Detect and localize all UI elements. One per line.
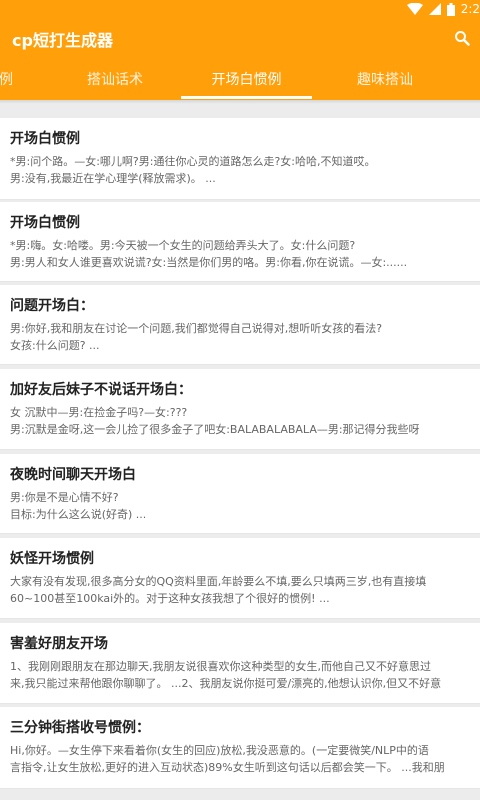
list-item-preview: 男:你好,我和朋友在讨论一个问题,我们都觉得自己说得对,想听听女孩的看法? 女孩:…: [10, 322, 383, 352]
list-item-title: 加好友后妹子不说话开场白：: [10, 382, 192, 398]
search-icon: [454, 30, 470, 50]
list-item-title: 开场白惯例: [10, 131, 80, 147]
tab-partial-left[interactable]: 例: [0, 62, 16, 100]
list-item-title: 问题开场白：: [10, 298, 94, 314]
list-item-preview: *男:嗨。女:哈喽。男:今天被一个女生的问题给弄头大了。女:什么问题? 男:男人和…: [10, 239, 408, 269]
list-item-preview: 女 沉默中—男:在捡金子吗?—女:??? 男:沉默是金呀,这一会儿捡了很多金子了吧…: [10, 406, 420, 436]
search-button[interactable]: [448, 26, 476, 54]
list-item-title: 三分钟街搭收号惯例：: [10, 720, 150, 736]
tab-opening-routines[interactable]: 开场白惯例: [181, 62, 312, 100]
battery-icon: [446, 2, 455, 16]
list-item-preview: 1、我刚刚跟朋友在那边聊天,我朋友说很喜欢你这种类型的女生,而他自己又不好意思过…: [10, 660, 442, 690]
tab-bar-shadow: [0, 100, 480, 104]
status-icons: 2:2: [406, 0, 480, 18]
tab-fun-pickup[interactable]: 趣味搭讪: [330, 62, 440, 100]
list-item-title: 夜晚时间聊天开场白: [10, 467, 136, 483]
list-item[interactable]: 开场白惯例 *男:嗨。女:哈喽。男:今天被一个女生的问题给弄头大了。女:什么问题…: [0, 202, 480, 282]
list-item[interactable]: 三分钟街搭收号惯例： Hi,你好。—女生停下来看着你(女生的回应)放松,我没恶意…: [0, 707, 480, 789]
list-item-title: 开场白惯例: [10, 215, 80, 231]
tab-bar: 例 搭讪话术 开场白惯例 趣味搭讪: [0, 62, 480, 100]
list-item[interactable]: 问题开场白： 男:你好,我和朋友在讨论一个问题,我们都觉得自己说得对,想听听女孩…: [0, 285, 480, 365]
list-item[interactable]: 加好友后妹子不说话开场白： 女 沉默中—男:在捡金子吗?—女:??? 男:沉默是金…: [0, 369, 480, 450]
list-item-preview: Hi,你好。—女生停下来看着你(女生的回应)放松,我没恶意的。(一定要微笑/NL…: [10, 744, 445, 774]
list-item[interactable]: 夜晚时间聊天开场白 男:你是不是心情不好? 目标:为什么这么说(好奇) ...: [0, 454, 480, 534]
list-item[interactable]: 害羞好朋友开场 1、我刚刚跟朋友在那边聊天,我朋友说很喜欢你这种类型的女生,而他…: [0, 623, 480, 704]
list-item-title: 害羞好朋友开场: [10, 636, 108, 652]
active-tab-indicator: [181, 96, 312, 99]
status-bar: 2:2: [0, 0, 480, 18]
list-item-title: 妖怪开场惯例: [10, 551, 94, 567]
list-item[interactable]: 开场白惯例 *男:问个路。—女:哪儿啊?男:通往你心灵的道路怎么走?女:哈哈,不…: [0, 118, 480, 200]
signal-icon: [428, 3, 441, 15]
app-title: cp短打生成器: [12, 31, 113, 50]
app-bar: cp短打生成器: [0, 18, 480, 62]
tab-pickup-lines[interactable]: 搭讪话术: [60, 62, 170, 100]
status-time: 2:2: [460, 2, 480, 16]
list-item-preview: *男:问个路。—女:哪儿啊?男:通往你心灵的道路怎么走?女:哈哈,不知道哎。 男:…: [10, 155, 376, 185]
list-item-preview: 男:你是不是心情不好? 目标:为什么这么说(好奇) ...: [10, 491, 147, 521]
list-item[interactable]: 妖怪开场惯例 大家有没有发现,很多高分女的QQ资料里面,年龄要么不填,要么只填两…: [0, 538, 480, 619]
wifi-icon: [406, 3, 423, 15]
list-item-preview: 大家有没有发现,很多高分女的QQ资料里面,年龄要么不填,要么只填两三岁,也有直接…: [10, 575, 427, 605]
